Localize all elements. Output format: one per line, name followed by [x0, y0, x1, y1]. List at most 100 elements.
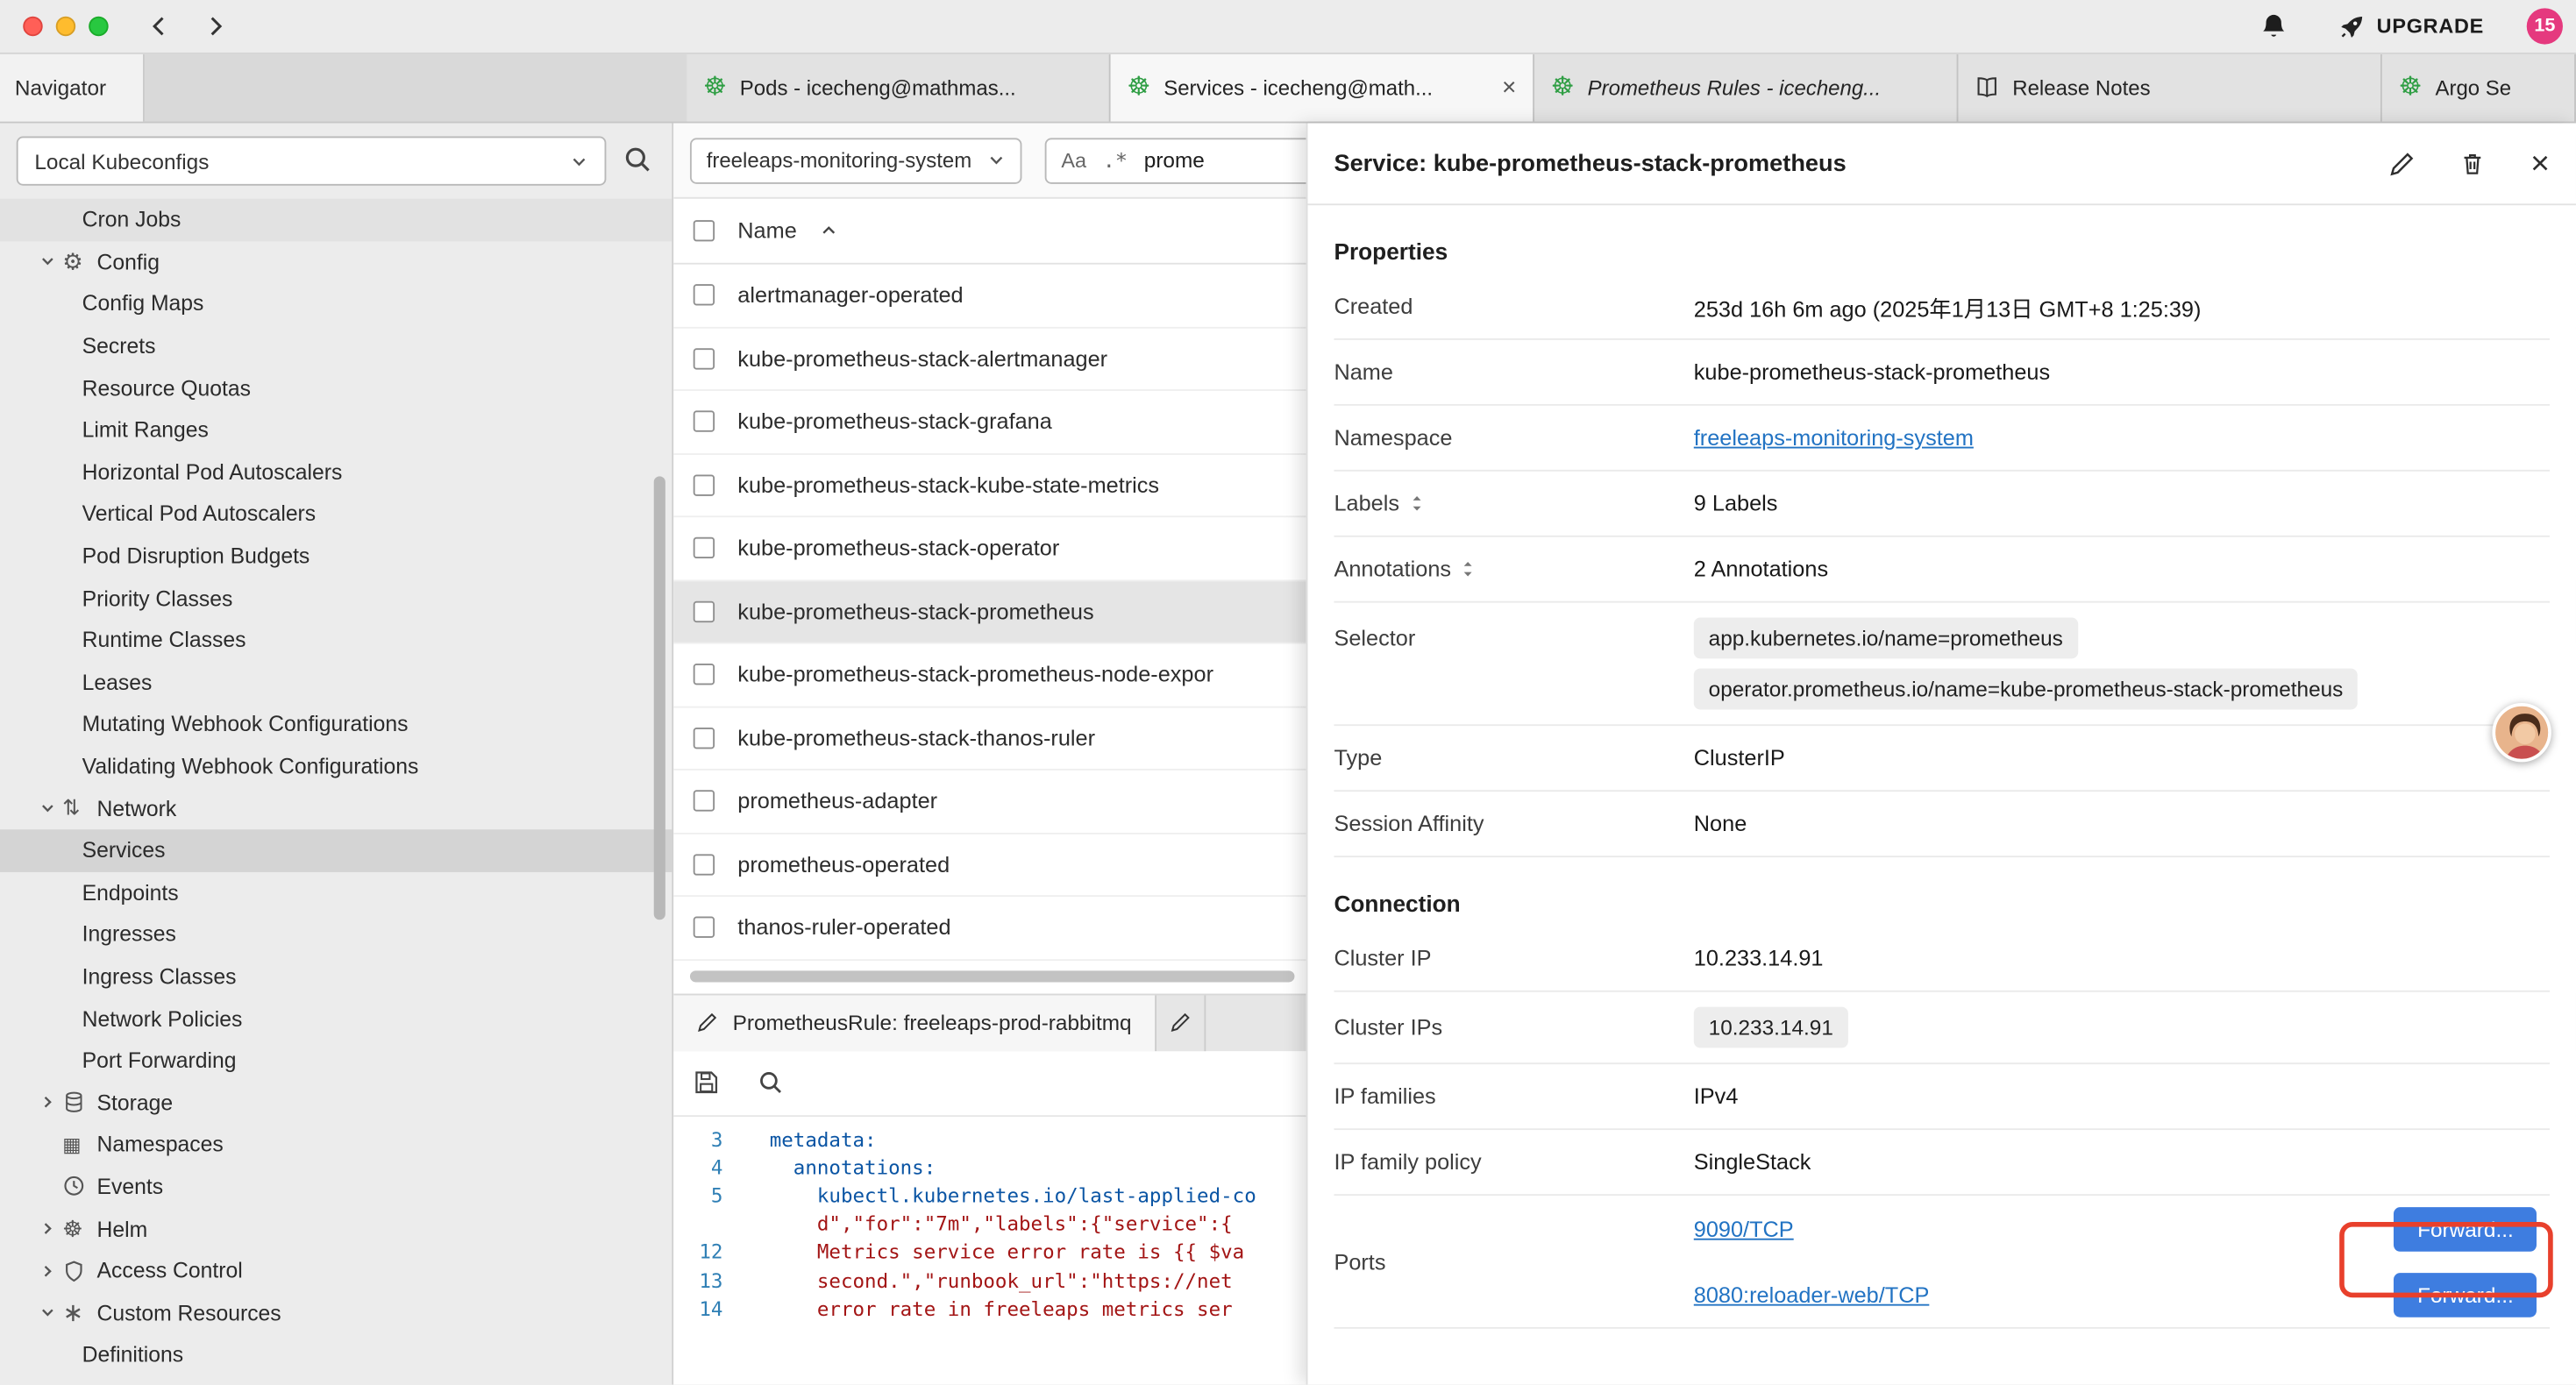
sidebar-item-vertical-pod-autoscalers[interactable]: Vertical Pod Autoscalers: [0, 493, 672, 535]
notification-count-badge[interactable]: 15: [2527, 8, 2563, 44]
chevron-right-icon[interactable]: [32, 1220, 62, 1237]
sidebar-item-secrets[interactable]: Secrets: [0, 325, 672, 367]
sidebar-item-limit-ranges[interactable]: Limit Ranges: [0, 408, 672, 451]
port-link[interactable]: 8080:reloader-web/TCP: [1694, 1282, 1930, 1306]
dock-tab-prometheusrule[interactable]: PrometheusRule: freeleaps-prod-rabbitmq: [673, 995, 1156, 1051]
sidebar-item-definitions[interactable]: Definitions: [0, 1334, 672, 1376]
sidebar-item-label: Namespaces: [97, 1133, 224, 1157]
sidebar-item-label: Leases: [82, 670, 153, 694]
unfold-icon[interactable]: [1407, 494, 1426, 513]
sidebar-item-validating-webhook-configurations[interactable]: Validating Webhook Configurations: [0, 745, 672, 787]
sidebar-item-storage[interactable]: Storage: [0, 1082, 672, 1124]
edit-icon[interactable]: [2389, 150, 2417, 178]
row-checkbox[interactable]: [694, 411, 715, 432]
sidebar-item-label: Priority Classes: [82, 586, 233, 610]
value-chip: operator.prometheus.io/name=kube-prometh…: [1694, 669, 2358, 710]
sidebar-item-resource-quotas[interactable]: Resource Quotas: [0, 367, 672, 409]
port-link[interactable]: 9090/TCP: [1694, 1216, 1794, 1240]
sidebar-item-endpoints[interactable]: Endpoints: [0, 871, 672, 913]
row-checkbox[interactable]: [694, 854, 715, 875]
sidebar-item-ingress-classes[interactable]: Ingress Classes: [0, 955, 672, 998]
sidebar-item-helm[interactable]: ☸Helm: [0, 1208, 672, 1250]
minimize-window-button[interactable]: [56, 17, 75, 36]
detail-row-ports: Ports9090/TCPForward...8080:reloader-web…: [1334, 1196, 2550, 1329]
row-checkbox[interactable]: [694, 474, 715, 495]
detail-label: Annotations: [1334, 557, 1693, 581]
forward-button[interactable]: Forward...: [2395, 1206, 2537, 1251]
namespace-dropdown[interactable]: freeleaps-monitoring-system: [690, 137, 1021, 182]
row-checkbox[interactable]: [694, 537, 715, 558]
sidebar-item-namespaces[interactable]: ▦Namespaces: [0, 1124, 672, 1166]
sidebar-search-icon[interactable]: [623, 145, 655, 177]
kubernetes-icon: ☸: [2399, 75, 2423, 101]
row-checkbox[interactable]: [694, 728, 715, 749]
maximize-window-button[interactable]: [89, 17, 108, 36]
sidebar-item-access-control[interactable]: Access Control: [0, 1250, 672, 1292]
forward-arrow-icon[interactable]: [201, 11, 231, 41]
sidebar-item-horizontal-pod-autoscalers[interactable]: Horizontal Pod Autoscalers: [0, 451, 672, 493]
sidebar-item-runtime-classes[interactable]: Runtime Classes: [0, 619, 672, 661]
tab-services-icecheng-math[interactable]: ☸Services - icecheng@math...×: [1111, 54, 1534, 122]
kubernetes-icon: ☸: [1551, 75, 1575, 101]
tab-close-icon[interactable]: ×: [1502, 75, 1516, 100]
regex-toggle[interactable]: .*: [1103, 148, 1128, 173]
row-checkbox[interactable]: [694, 348, 715, 369]
sidebar-item-config[interactable]: ⚙Config: [0, 241, 672, 283]
tab-release-notes[interactable]: Release Notes: [1958, 54, 2381, 122]
sidebar-item-priority-classes[interactable]: Priority Classes: [0, 577, 672, 619]
row-checkbox[interactable]: [694, 664, 715, 685]
sidebar-item-pod-disruption-budgets[interactable]: Pod Disruption Budgets: [0, 535, 672, 577]
kubeconfig-dropdown[interactable]: Local Kubeconfigs: [17, 137, 607, 186]
sidebar-item-mutating-webhook-configurations[interactable]: Mutating Webhook Configurations: [0, 703, 672, 745]
sidebar-item-network[interactable]: ⇅Network: [0, 787, 672, 829]
close-window-button[interactable]: [23, 17, 42, 36]
upgrade-button[interactable]: UPGRADE: [2338, 12, 2484, 40]
delete-icon[interactable]: [2460, 150, 2488, 178]
row-checkbox[interactable]: [694, 600, 715, 621]
navigator-panel-tab[interactable]: Navigator: [0, 54, 145, 122]
sidebar-item-config-maps[interactable]: Config Maps: [0, 283, 672, 325]
chevron-down-icon[interactable]: [32, 800, 62, 817]
sidebar-item-port-forwarding[interactable]: Port Forwarding: [0, 1040, 672, 1082]
notifications-bell-icon[interactable]: [2259, 10, 2291, 42]
section-heading-properties: Properties: [1334, 231, 2550, 271]
port-line: 9090/TCP Forward...: [1694, 1196, 2550, 1261]
unfold-icon[interactable]: [1459, 560, 1477, 579]
sidebar-item-cron-jobs[interactable]: Cron Jobs: [0, 199, 672, 241]
sidebar-item-label: Resource Quotas: [82, 375, 251, 400]
dock-tab-partial[interactable]: [1156, 995, 1206, 1051]
select-all-checkbox[interactable]: [694, 220, 715, 241]
match-case-toggle[interactable]: Aa: [1061, 149, 1086, 172]
tab-argo-se[interactable]: ☸Argo Se: [2382, 54, 2576, 122]
chevron-down-icon[interactable]: [32, 1304, 62, 1321]
chevron-down-icon[interactable]: [32, 253, 62, 270]
sidebar-item-leases[interactable]: Leases: [0, 661, 672, 703]
name-column-header[interactable]: Name: [737, 218, 796, 243]
sidebar-scrollbar[interactable]: [654, 476, 665, 920]
detail-label: Session Affinity: [1334, 812, 1693, 836]
chevron-right-icon[interactable]: [32, 1262, 62, 1279]
sidebar-item-network-policies[interactable]: Network Policies: [0, 998, 672, 1040]
tab-pods-icecheng-mathmas[interactable]: ☸Pods - icecheng@mathmas...: [687, 54, 1110, 122]
upgrade-label: UPGRADE: [2377, 15, 2484, 38]
close-icon[interactable]: ×: [2530, 147, 2550, 180]
row-checkbox[interactable]: [694, 917, 715, 938]
sidebar-item-services[interactable]: Services: [0, 829, 672, 871]
chevron-right-icon[interactable]: [32, 1094, 62, 1111]
sidebar-item-custom-resources[interactable]: Custom Resources: [0, 1292, 672, 1334]
namespace-link[interactable]: freeleaps-monitoring-system: [1694, 425, 1974, 450]
sidebar-item-ingresses[interactable]: Ingresses: [0, 913, 672, 955]
avatar[interactable]: [2492, 703, 2551, 762]
row-checkbox[interactable]: [694, 791, 715, 812]
search-value: prome: [1144, 148, 1205, 173]
sort-caret-icon[interactable]: [820, 222, 838, 240]
tab-prometheus-rules-icecheng[interactable]: ☸Prometheus Rules - icecheng...: [1534, 54, 1958, 122]
back-arrow-icon[interactable]: [145, 11, 174, 41]
sidebar-item-events[interactable]: Events: [0, 1166, 672, 1208]
save-icon[interactable]: [694, 1069, 722, 1097]
horizontal-scrollbar-thumb[interactable]: [690, 970, 1295, 981]
forward-button[interactable]: Forward...: [2395, 1272, 2537, 1317]
rocket-icon: [2338, 12, 2366, 40]
editor-search-icon[interactable]: [758, 1069, 786, 1097]
row-checkbox[interactable]: [694, 285, 715, 306]
